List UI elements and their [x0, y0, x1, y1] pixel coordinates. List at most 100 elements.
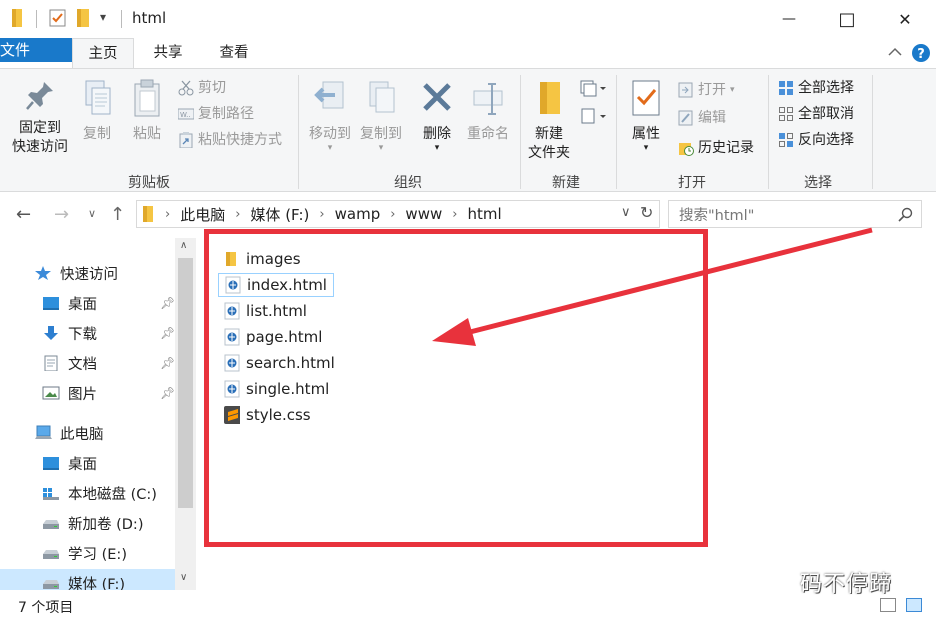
nav-item-documents[interactable]: 文档 📌︎ [0, 349, 175, 377]
nav-item-drive-e[interactable]: 学习 (E:) [0, 539, 175, 567]
up-arrow-icon[interactable]: ↑ [110, 204, 125, 225]
move-to-button[interactable]: 移动到 ▾ [305, 79, 355, 153]
windows-drive-icon [43, 488, 59, 500]
help-icon[interactable]: ? [911, 43, 931, 63]
pin-icon[interactable]: 📌︎ [160, 296, 175, 310]
maximize-button[interactable]: □ [818, 0, 876, 38]
close-button[interactable]: ✕ [876, 0, 934, 38]
address-history-chevron-icon[interactable]: ∨ [621, 205, 631, 220]
history-label: 历史记录 [698, 140, 754, 156]
easy-access-icon[interactable] [580, 107, 608, 125]
clipboard-group-label: 剪贴板 [128, 175, 170, 191]
nav-item-desktop[interactable]: 桌面 [0, 449, 175, 477]
paste-shortcut-label: 粘贴快捷方式 [198, 132, 282, 148]
new-folder-quick-icon[interactable] [77, 9, 91, 27]
copy-button[interactable]: 复制 [76, 79, 118, 144]
new-item-icon[interactable] [580, 79, 608, 97]
breadcrumb-separator-icon: › [452, 206, 458, 222]
nav-item-drive-d[interactable]: 新加卷 (D:) [0, 509, 175, 537]
details-view-icon[interactable] [880, 598, 896, 612]
ribbon-separator [520, 75, 521, 189]
recent-locations-chevron-icon[interactable]: ∨ [88, 207, 96, 220]
nav-item-label: 此电脑 [60, 426, 104, 443]
open-button[interactable]: 打开 ▾ [678, 81, 735, 99]
list-item[interactable]: images [218, 247, 307, 271]
collapse-ribbon-icon[interactable] [888, 47, 902, 57]
chevron-down-icon: ▾ [378, 143, 384, 153]
invert-selection-icon [779, 133, 793, 147]
scissors-icon [178, 80, 194, 96]
search-icon [898, 207, 913, 222]
tab-view[interactable]: 查看 [202, 38, 266, 68]
file-name: style.css [246, 406, 311, 424]
window-title: html [132, 9, 167, 27]
paste-icon [134, 79, 160, 117]
properties-button[interactable]: 属性 ▾ [624, 79, 668, 153]
pin-icon[interactable]: 📌︎ [160, 356, 175, 370]
list-item[interactable]: single.html [218, 377, 335, 401]
minimize-button[interactable]: — [760, 0, 818, 38]
breadcrumb-this-pc[interactable]: 此电脑 [176, 204, 229, 225]
scroll-up-icon[interactable]: ∧ [180, 240, 187, 251]
breadcrumb-drive-f[interactable]: 媒体 (F:) [246, 204, 313, 225]
search-input[interactable]: 搜索"html" [668, 200, 922, 228]
copy-path-button[interactable]: W.. 复制路径 [178, 105, 254, 123]
drive-icon [43, 580, 59, 589]
list-item[interactable]: list.html [218, 299, 313, 323]
nav-item-label: 媒体 (F:) [68, 576, 126, 591]
scrollbar-thumb[interactable] [178, 258, 193, 508]
list-item[interactable]: page.html [218, 325, 328, 349]
nav-item-label: 本地磁盘 (C:) [68, 486, 157, 503]
nav-item-this-pc[interactable]: 此电脑 [0, 419, 175, 447]
rename-button[interactable]: 重命名 [462, 79, 514, 144]
nav-item-drive-f[interactable]: 媒体 (F:) [0, 569, 175, 590]
list-item[interactable]: search.html [218, 351, 341, 375]
cut-button[interactable]: 剪切 [178, 79, 226, 97]
select-all-button[interactable]: 全部选择 [778, 79, 854, 97]
ribbon-separator [768, 75, 769, 189]
list-item[interactable]: style.css [218, 403, 317, 427]
invert-selection-button[interactable]: 反向选择 [778, 131, 854, 149]
tab-file[interactable]: 文件 [0, 38, 72, 62]
paste-button[interactable]: 粘贴 [126, 79, 168, 144]
breadcrumb-separator-icon: › [235, 206, 241, 222]
refresh-icon[interactable]: ↻ [640, 203, 653, 222]
paste-shortcut-button[interactable]: 粘贴快捷方式 [178, 131, 282, 149]
delete-button[interactable]: 删除 ▾ [416, 79, 458, 153]
list-item[interactable]: index.html [218, 273, 334, 297]
nav-item-desktop-pinned[interactable]: 桌面 📌︎ [0, 289, 175, 317]
picture-icon [42, 386, 60, 400]
copy-to-icon [369, 81, 395, 113]
scroll-down-icon[interactable]: ∨ [180, 572, 187, 583]
properties-quick-icon[interactable] [49, 9, 67, 27]
tab-home[interactable]: 主页 [72, 38, 134, 69]
pin-icon[interactable]: 📌︎ [160, 326, 175, 340]
address-bar[interactable]: › 此电脑 › 媒体 (F:) › wamp › www › html ∨ ↻ [136, 200, 660, 228]
customize-quick-access-icon[interactable]: ▾ [100, 10, 106, 24]
back-arrow-icon[interactable]: ← [16, 204, 31, 225]
forward-arrow-icon[interactable]: → [54, 204, 69, 225]
navpane-scrollbar[interactable]: ∧ ∨ [175, 238, 196, 590]
tab-share[interactable]: 共享 [136, 38, 200, 68]
nav-item-label: 下载 [68, 326, 97, 343]
breadcrumb-wamp[interactable]: wamp [331, 205, 385, 223]
new-folder-button[interactable]: 新建 文件夹 [524, 79, 574, 163]
navigation-bar: ← → ∨ ↑ › 此电脑 › 媒体 (F:) › wamp › www › h… [0, 192, 936, 238]
nav-item-drive-c[interactable]: 本地磁盘 (C:) [0, 479, 175, 507]
nav-item-downloads[interactable]: 下载 📌︎ [0, 319, 175, 347]
breadcrumb-html[interactable]: html [463, 205, 505, 223]
select-none-button[interactable]: 全部取消 [778, 105, 854, 123]
pin-icon[interactable]: 📌︎ [160, 386, 175, 400]
nav-item-pictures[interactable]: 图片 📌︎ [0, 379, 175, 407]
large-icons-view-icon[interactable] [906, 598, 922, 612]
file-name: index.html [247, 276, 327, 294]
nav-item-quick-access[interactable]: 快速访问 [0, 259, 175, 287]
history-button[interactable]: 历史记录 [678, 139, 754, 157]
copy-to-button[interactable]: 复制到 ▾ [356, 79, 406, 153]
nav-item-label: 快速访问 [60, 266, 118, 283]
html-file-icon [224, 380, 240, 398]
properties-icon [632, 80, 660, 116]
breadcrumb-www[interactable]: www [401, 205, 446, 223]
pin-to-quick-access-button[interactable]: 固定到 快速访问 [8, 79, 72, 157]
edit-button[interactable]: 编辑 [678, 109, 726, 127]
